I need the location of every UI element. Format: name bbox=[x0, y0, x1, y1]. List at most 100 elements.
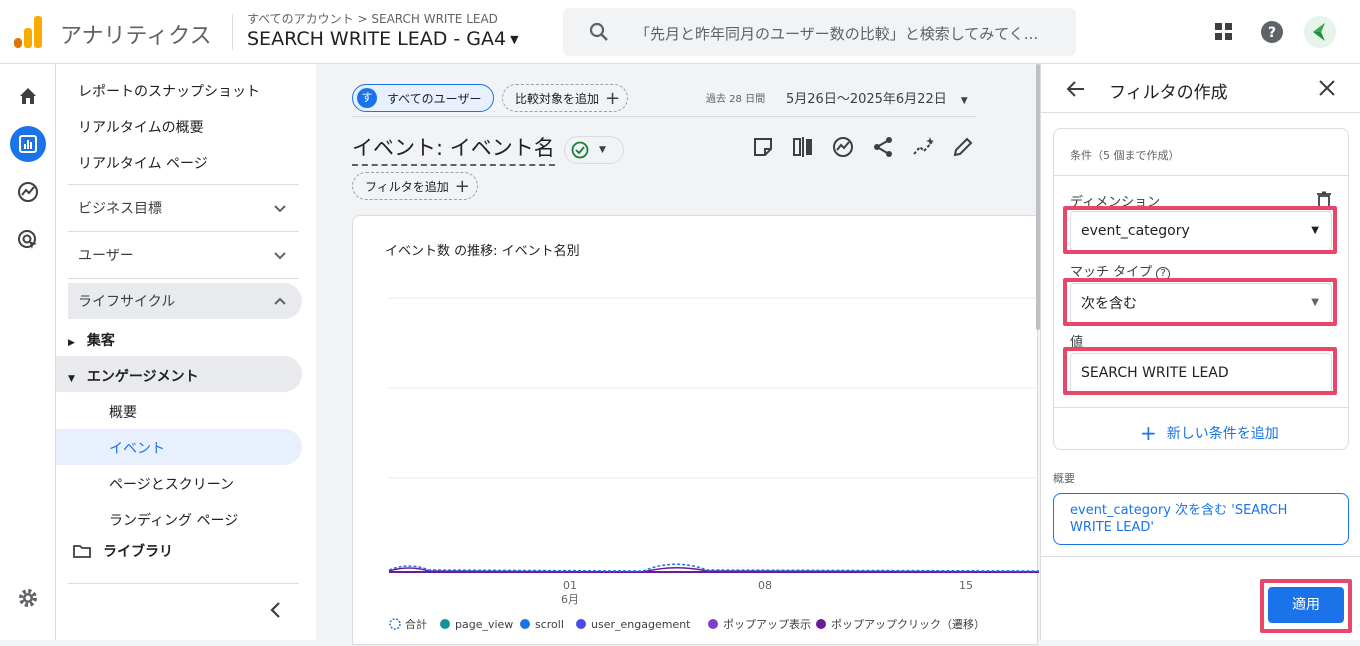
legend-label: page_view bbox=[455, 618, 513, 631]
account-avatar-icon[interactable] bbox=[1304, 16, 1336, 48]
compare-columns-icon[interactable] bbox=[792, 136, 814, 158]
legend-marker bbox=[440, 619, 450, 629]
nav-group-label: 集客 bbox=[86, 333, 115, 349]
report-status-dropdown[interactable]: ▼ bbox=[564, 136, 624, 164]
breadcrumb[interactable]: すべてのアカウント > SEARCH WRITE LEAD bbox=[247, 10, 498, 27]
legend-label: ポップアップ表示 bbox=[723, 617, 811, 631]
date-range-prefix: 過去 28 日間 bbox=[706, 94, 766, 105]
all-users-badge: す bbox=[357, 88, 377, 108]
report-title[interactable]: イベント: イベント名 bbox=[352, 132, 555, 166]
nav-item-landing-page[interactable]: ランディング ページ bbox=[109, 510, 238, 530]
divider bbox=[352, 116, 976, 117]
left-rail bbox=[0, 64, 56, 640]
advertising-icon[interactable] bbox=[10, 222, 46, 258]
add-filter-label: フィルタを追加 bbox=[365, 179, 449, 194]
caret-down-icon: ▼ bbox=[68, 374, 75, 384]
edit-pencil-icon[interactable] bbox=[952, 136, 974, 158]
plus-icon: + bbox=[454, 175, 470, 197]
nav-item-realtime-page[interactable]: リアルタイム ページ bbox=[78, 153, 208, 173]
divider bbox=[1054, 175, 1348, 176]
highlight-value bbox=[1063, 347, 1337, 395]
legend-marker bbox=[816, 619, 826, 629]
nav-item-overview[interactable]: 概要 bbox=[109, 402, 137, 422]
close-icon[interactable] bbox=[1317, 78, 1337, 98]
explore-icon[interactable] bbox=[10, 174, 46, 210]
comparison-chip-all-users[interactable]: す すべてのユーザー bbox=[352, 84, 494, 112]
legend-marker bbox=[520, 619, 530, 629]
search-icon bbox=[589, 22, 608, 41]
nav-item-snapshot[interactable]: レポートのスナップショット bbox=[78, 81, 260, 101]
add-comparison-label: 比較対象を追加 bbox=[515, 91, 600, 106]
add-comparison-button[interactable]: 比較対象を追加 + bbox=[502, 84, 628, 112]
plus-icon: + bbox=[1140, 421, 1157, 445]
panel-title: フィルタの作成 bbox=[1109, 83, 1228, 103]
highlight-match-type bbox=[1063, 278, 1337, 326]
nav-section-business-goals[interactable]: ビジネス目標 bbox=[68, 190, 302, 226]
back-arrow-icon[interactable] bbox=[1065, 78, 1087, 100]
series-line-total bbox=[388, 563, 1039, 572]
filter-panel: フィルタの作成 条件（5 個まで作成） ディメンション event_catego… bbox=[1040, 64, 1360, 640]
search-placeholder: 「先月と昨年同月のユーザー数の比較」と検索してみてく... bbox=[635, 25, 1039, 43]
all-users-label: すべてのユーザー bbox=[387, 91, 482, 106]
divider bbox=[68, 231, 299, 232]
nav-item-realtime-overview[interactable]: リアルタイムの概要 bbox=[78, 117, 204, 137]
legend-marker bbox=[576, 619, 586, 629]
nav-item-label: ライブラリ bbox=[103, 544, 173, 560]
nav-group-engagement[interactable]: ▼ エンゲージメント bbox=[68, 366, 199, 386]
add-condition-label: 新しい条件を追加 bbox=[1166, 426, 1279, 442]
help-icon[interactable]: ? bbox=[1258, 18, 1286, 46]
share-icon[interactable] bbox=[872, 136, 894, 158]
filter-summary: event_category 次を含む 'SEARCH WRITE LEAD' bbox=[1053, 493, 1349, 545]
line-chart[interactable]: 01 08 15 6月合計 page_view scroll user_engagement… bbox=[353, 266, 1039, 646]
chevron-down-icon bbox=[274, 205, 286, 213]
legend-marker bbox=[708, 619, 718, 629]
legend-marker bbox=[389, 618, 401, 630]
legend-label: 合計 bbox=[405, 617, 427, 631]
note-icon[interactable] bbox=[752, 136, 774, 158]
nav-section-users[interactable]: ユーザー bbox=[68, 237, 302, 273]
property-selector[interactable]: SEARCH WRITE LEAD - GA4 ▼ bbox=[247, 28, 519, 50]
folder-icon bbox=[73, 545, 91, 558]
conditions-note: 条件（5 個まで作成） bbox=[1070, 149, 1180, 162]
top-bar: アナリティクス すべてのアカウント > SEARCH WRITE LEAD SE… bbox=[0, 0, 1360, 64]
insights-icon[interactable] bbox=[832, 136, 854, 158]
nav-item-pages-screens[interactable]: ページとスクリーン bbox=[109, 474, 234, 494]
apply-button[interactable]: 適用 bbox=[1268, 587, 1344, 623]
plus-icon: + bbox=[605, 87, 621, 109]
highlight-dimension bbox=[1063, 206, 1337, 254]
nav-section-label: ビジネス目標 bbox=[78, 201, 162, 217]
search-bar[interactable]: 「先月と昨年同月のユーザー数の比較」と検索してみてく... bbox=[563, 8, 1076, 56]
property-name: SEARCH WRITE LEAD - GA4 bbox=[247, 28, 507, 50]
date-range-value: 5月26日〜2025年6月22日 bbox=[786, 92, 947, 107]
svg-text:?: ? bbox=[1268, 25, 1276, 41]
trend-sparkle-icon[interactable] bbox=[912, 136, 936, 158]
divider bbox=[68, 278, 299, 279]
nav-item-events[interactable]: イベント bbox=[109, 438, 165, 458]
analytics-logo-icon[interactable] bbox=[14, 16, 42, 48]
nav-group-acquisition[interactable]: ▶ 集客 bbox=[68, 330, 115, 350]
check-circle-icon bbox=[571, 141, 589, 159]
caret-down-icon: ▼ bbox=[510, 33, 519, 46]
caret-down-icon: ▼ bbox=[599, 145, 606, 155]
nav-item-library[interactable]: ライブラリ bbox=[73, 541, 173, 561]
nav-section-lifecycle[interactable]: ライフサイクル bbox=[68, 283, 302, 319]
legend-label: user_engagement bbox=[591, 618, 691, 631]
home-icon[interactable] bbox=[10, 78, 46, 114]
divider bbox=[232, 14, 233, 50]
divider bbox=[68, 184, 299, 185]
summary-label: 概要 bbox=[1053, 472, 1075, 485]
collapse-chevron-left-icon[interactable] bbox=[268, 601, 284, 619]
x-tick-label: 08 bbox=[758, 579, 772, 592]
nav-item-active-bg bbox=[56, 429, 302, 465]
add-filter-button[interactable]: フィルタを追加 + bbox=[352, 172, 478, 200]
app-title: アナリティクス bbox=[60, 24, 212, 49]
reports-icon[interactable] bbox=[10, 126, 46, 162]
add-condition-button[interactable]: + 新しい条件を追加 bbox=[1140, 421, 1279, 445]
date-range-selector[interactable]: 5月26日〜2025年6月22日 ▼ bbox=[786, 88, 968, 107]
apps-grid-icon[interactable] bbox=[1210, 18, 1238, 46]
nav-section-label: ライフサイクル bbox=[78, 294, 176, 310]
x-tick-label: 01 bbox=[563, 579, 577, 592]
x-tick-month-label: 6月 bbox=[561, 593, 579, 606]
nav-group-label: エンゲージメント bbox=[86, 369, 199, 385]
settings-gear-icon[interactable] bbox=[10, 580, 46, 616]
